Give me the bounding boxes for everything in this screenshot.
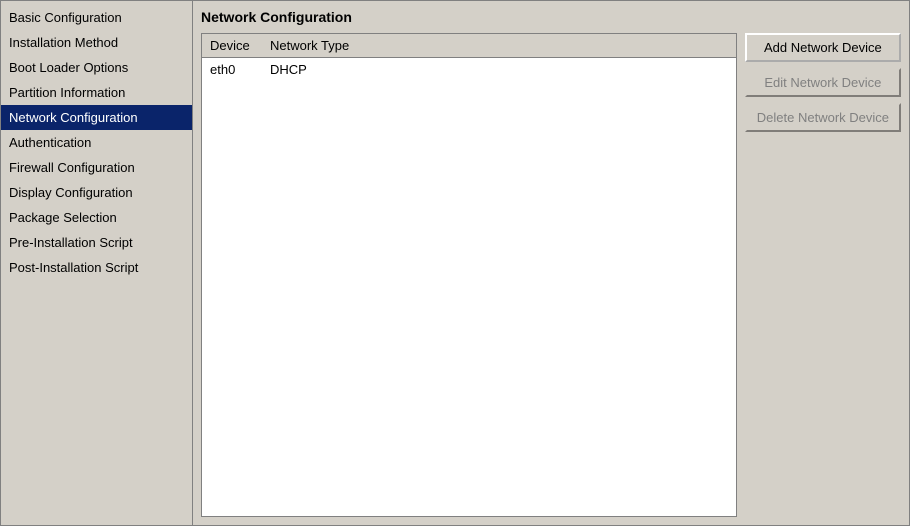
col-header-device: Device: [202, 34, 262, 58]
add-network-device-button[interactable]: Add Network Device: [745, 33, 901, 62]
sidebar-item-firewall-configuration[interactable]: Firewall Configuration: [1, 155, 192, 180]
edit-network-device-button[interactable]: Edit Network Device: [745, 68, 901, 97]
buttons-panel: Add Network Device Edit Network Device D…: [745, 33, 901, 517]
sidebar-item-authentication[interactable]: Authentication: [1, 130, 192, 155]
content-area: Device Network Type eth0DHCP Add Network…: [201, 33, 901, 517]
sidebar-item-partition-information[interactable]: Partition Information: [1, 80, 192, 105]
sidebar-item-installation-method[interactable]: Installation Method: [1, 30, 192, 55]
section-title: Network Configuration: [201, 9, 901, 25]
sidebar-item-boot-loader-options[interactable]: Boot Loader Options: [1, 55, 192, 80]
delete-network-device-button[interactable]: Delete Network Device: [745, 103, 901, 132]
sidebar-item-pre-installation-script[interactable]: Pre-Installation Script: [1, 230, 192, 255]
table-row[interactable]: eth0DHCP: [202, 58, 736, 82]
sidebar-item-post-installation-script[interactable]: Post-Installation Script: [1, 255, 192, 280]
network-table: Device Network Type eth0DHCP: [201, 33, 737, 517]
col-header-network-type: Network Type: [262, 34, 736, 58]
cell-device: eth0: [202, 58, 262, 82]
sidebar-item-display-configuration[interactable]: Display Configuration: [1, 180, 192, 205]
main-content: Network Configuration Device Network Typ…: [193, 1, 909, 525]
sidebar-item-package-selection[interactable]: Package Selection: [1, 205, 192, 230]
sidebar: Basic ConfigurationInstallation MethodBo…: [1, 1, 193, 525]
sidebar-item-basic-configuration[interactable]: Basic Configuration: [1, 5, 192, 30]
cell-network-type: DHCP: [262, 58, 736, 82]
sidebar-item-network-configuration[interactable]: Network Configuration: [1, 105, 192, 130]
